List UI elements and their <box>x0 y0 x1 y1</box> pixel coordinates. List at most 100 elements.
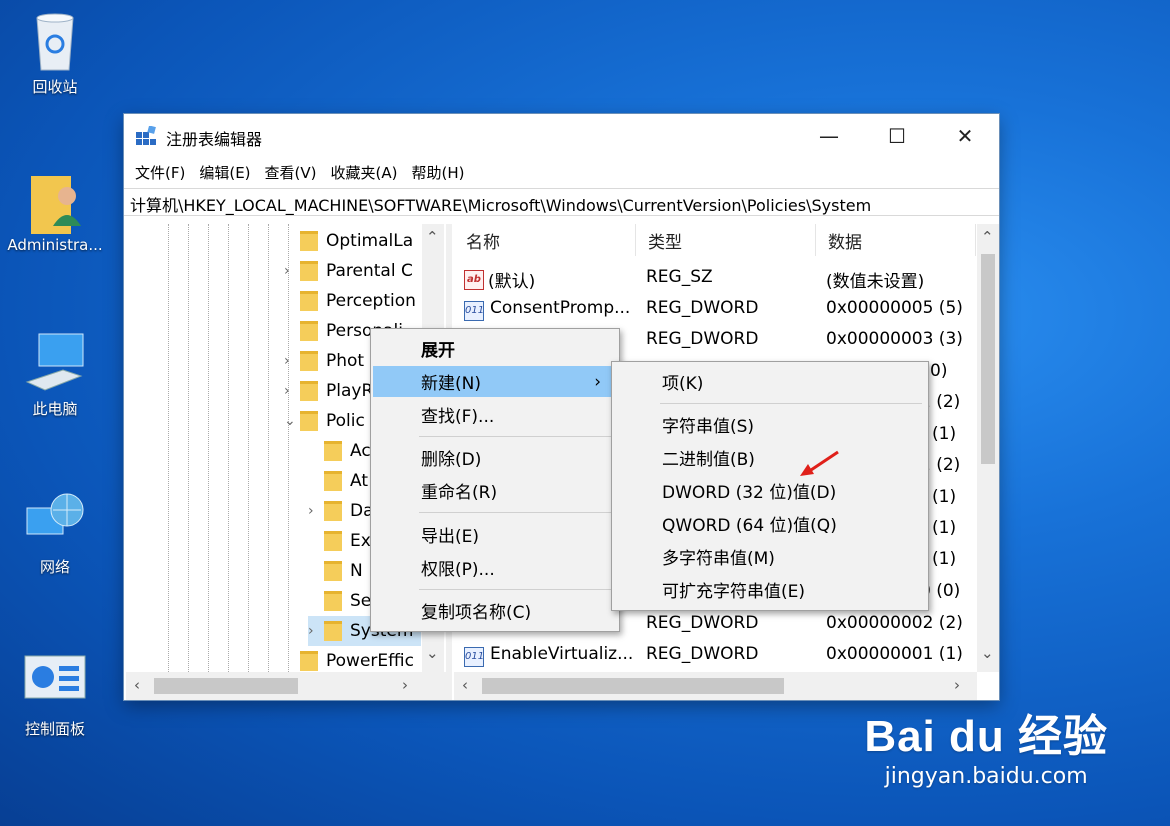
desktop-icon-label: 此电脑 <box>32 400 78 418</box>
title-bar[interactable]: 注册表编辑器 — ☐ ✕ <box>124 114 999 158</box>
list-vertical-scrollbar[interactable]: ⌃ ⌄ <box>977 224 999 672</box>
chevron-down-icon[interactable]: ⌄ <box>284 413 300 429</box>
menu-file[interactable]: 文件(F) <box>128 158 192 186</box>
submenu-item-qword-value[interactable]: QWORD (64 位)值(Q) <box>614 508 926 539</box>
tree-horizontal-scrollbar[interactable]: ‹ › <box>126 672 446 700</box>
context-menu: 展开 新建(N) › 查找(F)... 删除(D) 重命名(R) 导出(E) 权… <box>370 328 620 632</box>
submenu-item-binary-value[interactable]: 二进制值(B) <box>614 442 926 473</box>
tree-item[interactable]: Ac <box>308 436 371 466</box>
value-data: 0) <box>930 361 948 381</box>
tree-item[interactable]: At <box>308 466 368 496</box>
value-data: (1) <box>932 549 957 569</box>
submenu-item-multi-string-value[interactable]: 多字符串值(M) <box>614 541 926 572</box>
menu-separator <box>419 589 613 590</box>
submenu-item-string-value[interactable]: 字符串值(S) <box>614 409 926 440</box>
tree-item-label: At <box>350 471 368 491</box>
close-button[interactable]: ✕ <box>931 114 999 158</box>
scroll-down-icon[interactable]: ⌄ <box>981 644 994 662</box>
control-panel-icon <box>23 650 87 714</box>
scroll-right-icon[interactable]: › <box>954 676 960 694</box>
scroll-left-icon[interactable]: ‹ <box>134 676 140 694</box>
tree-item[interactable]: › Da <box>308 496 374 526</box>
address-bar[interactable]: 计算机\HKEY_LOCAL_MACHINE\SOFTWARE\Microsof… <box>124 188 999 216</box>
menu-item-permissions[interactable]: 权限(P)... <box>373 552 617 583</box>
column-header-data[interactable]: 数据 <box>816 224 976 256</box>
menu-view[interactable]: 查看(V) <box>258 158 324 186</box>
folder-icon <box>324 501 342 521</box>
chevron-right-icon[interactable]: › <box>284 353 300 369</box>
menu-item-copy-key-name[interactable]: 复制项名称(C) <box>373 595 617 626</box>
folder-icon <box>300 381 318 401</box>
scroll-right-icon[interactable]: › <box>402 676 408 694</box>
list-horizontal-scrollbar[interactable]: ‹ › <box>454 672 977 700</box>
value-data: (数值未设置) <box>826 272 925 292</box>
tree-item[interactable]: Ex <box>308 526 371 556</box>
chevron-right-icon[interactable]: › <box>284 263 300 279</box>
value-data: (1) <box>932 424 957 444</box>
scroll-up-icon[interactable]: ⌃ <box>426 228 439 246</box>
tree-item[interactable]: N <box>308 556 363 586</box>
tree-item[interactable]: ⌄ Polic <box>284 406 365 436</box>
menu-separator <box>660 403 922 404</box>
folder-icon <box>300 231 318 251</box>
submenu-item-key[interactable]: 项(K) <box>614 366 926 397</box>
chevron-right-icon[interactable]: › <box>284 383 300 399</box>
column-header-name[interactable]: 名称 <box>454 224 636 256</box>
folder-icon <box>324 441 342 461</box>
recycle-bin-icon <box>23 8 87 72</box>
tree-item[interactable]: › PlayR <box>284 376 373 406</box>
desktop-icon-label: Administra... <box>7 236 103 254</box>
menu-item-delete[interactable]: 删除(D) <box>373 442 617 473</box>
folder-icon <box>300 651 318 671</box>
chevron-right-icon[interactable]: › <box>308 623 324 639</box>
tree-item[interactable]: › Parental C <box>284 256 413 286</box>
scroll-thumb[interactable] <box>981 254 995 464</box>
tree-item[interactable]: › Phot <box>284 346 364 376</box>
desktop-icon-recycle-bin[interactable]: 回收站 <box>0 8 110 97</box>
value-row[interactable]: 011 EnableVirtualiz... REG_DWORD 0x00000… <box>454 639 974 670</box>
value-name: EnableVirtualiz... <box>490 644 634 664</box>
desktop-icon-network[interactable]: 网络 <box>0 488 110 577</box>
menu-separator <box>419 436 613 437</box>
menu-help[interactable]: 帮助(H) <box>404 158 471 186</box>
scroll-up-icon[interactable]: ⌃ <box>981 228 994 246</box>
chevron-right-icon[interactable]: › <box>308 503 324 519</box>
desktop-icon-label: 网络 <box>39 558 70 576</box>
scroll-left-icon[interactable]: ‹ <box>462 676 468 694</box>
scroll-thumb[interactable] <box>482 678 784 694</box>
submenu-item-dword-value[interactable]: DWORD (32 位)值(D) <box>614 475 926 506</box>
submenu-item-expandable-string-value[interactable]: 可扩充字符串值(E) <box>614 574 926 605</box>
binary-value-icon: 011 <box>464 301 484 321</box>
menu-item-find[interactable]: 查找(F)... <box>373 399 617 430</box>
tree-item[interactable]: OptimalLa <box>284 226 413 256</box>
value-row[interactable]: ab (默认) REG_SZ (数值未设置) <box>454 262 974 293</box>
minimize-button[interactable]: — <box>795 114 863 158</box>
tree-item-label: Polic <box>326 411 365 431</box>
network-icon <box>23 488 87 552</box>
desktop-icon-administrator[interactable]: Administra... <box>0 168 110 254</box>
folder-icon <box>324 471 342 491</box>
chevron-right-icon: › <box>594 371 601 392</box>
desktop-icon-control-panel[interactable]: 控制面板 <box>0 650 110 739</box>
maximize-button[interactable]: ☐ <box>863 114 931 158</box>
scroll-thumb[interactable] <box>154 678 298 694</box>
menu-item-new[interactable]: 新建(N) › <box>373 366 617 397</box>
value-row[interactable]: 011 ConsentPromp... REG_DWORD 0x00000005… <box>454 293 974 324</box>
tree-item[interactable]: Se <box>308 586 371 616</box>
menu-item-label: 新建(N) <box>421 374 481 394</box>
menu-item-export[interactable]: 导出(E) <box>373 519 617 550</box>
menu-item-expand[interactable]: 展开 <box>373 333 617 364</box>
value-data: 0x00000001 (1) <box>826 644 963 664</box>
tree-item[interactable]: Perception <box>284 286 416 316</box>
value-name: ConsentPromp... <box>490 298 631 318</box>
menu-favorites[interactable]: 收藏夹(A) <box>324 158 405 186</box>
annotation-arrow-icon <box>800 450 839 476</box>
menu-item-rename[interactable]: 重命名(R) <box>373 475 617 506</box>
folder-icon <box>300 321 318 341</box>
folder-icon <box>324 561 342 581</box>
scroll-down-icon[interactable]: ⌄ <box>426 644 439 662</box>
desktop-icon-this-pc[interactable]: 此电脑 <box>0 330 110 419</box>
column-header-type[interactable]: 类型 <box>636 224 816 256</box>
value-type: REG_DWORD <box>646 644 759 664</box>
menu-edit[interactable]: 编辑(E) <box>192 158 257 186</box>
